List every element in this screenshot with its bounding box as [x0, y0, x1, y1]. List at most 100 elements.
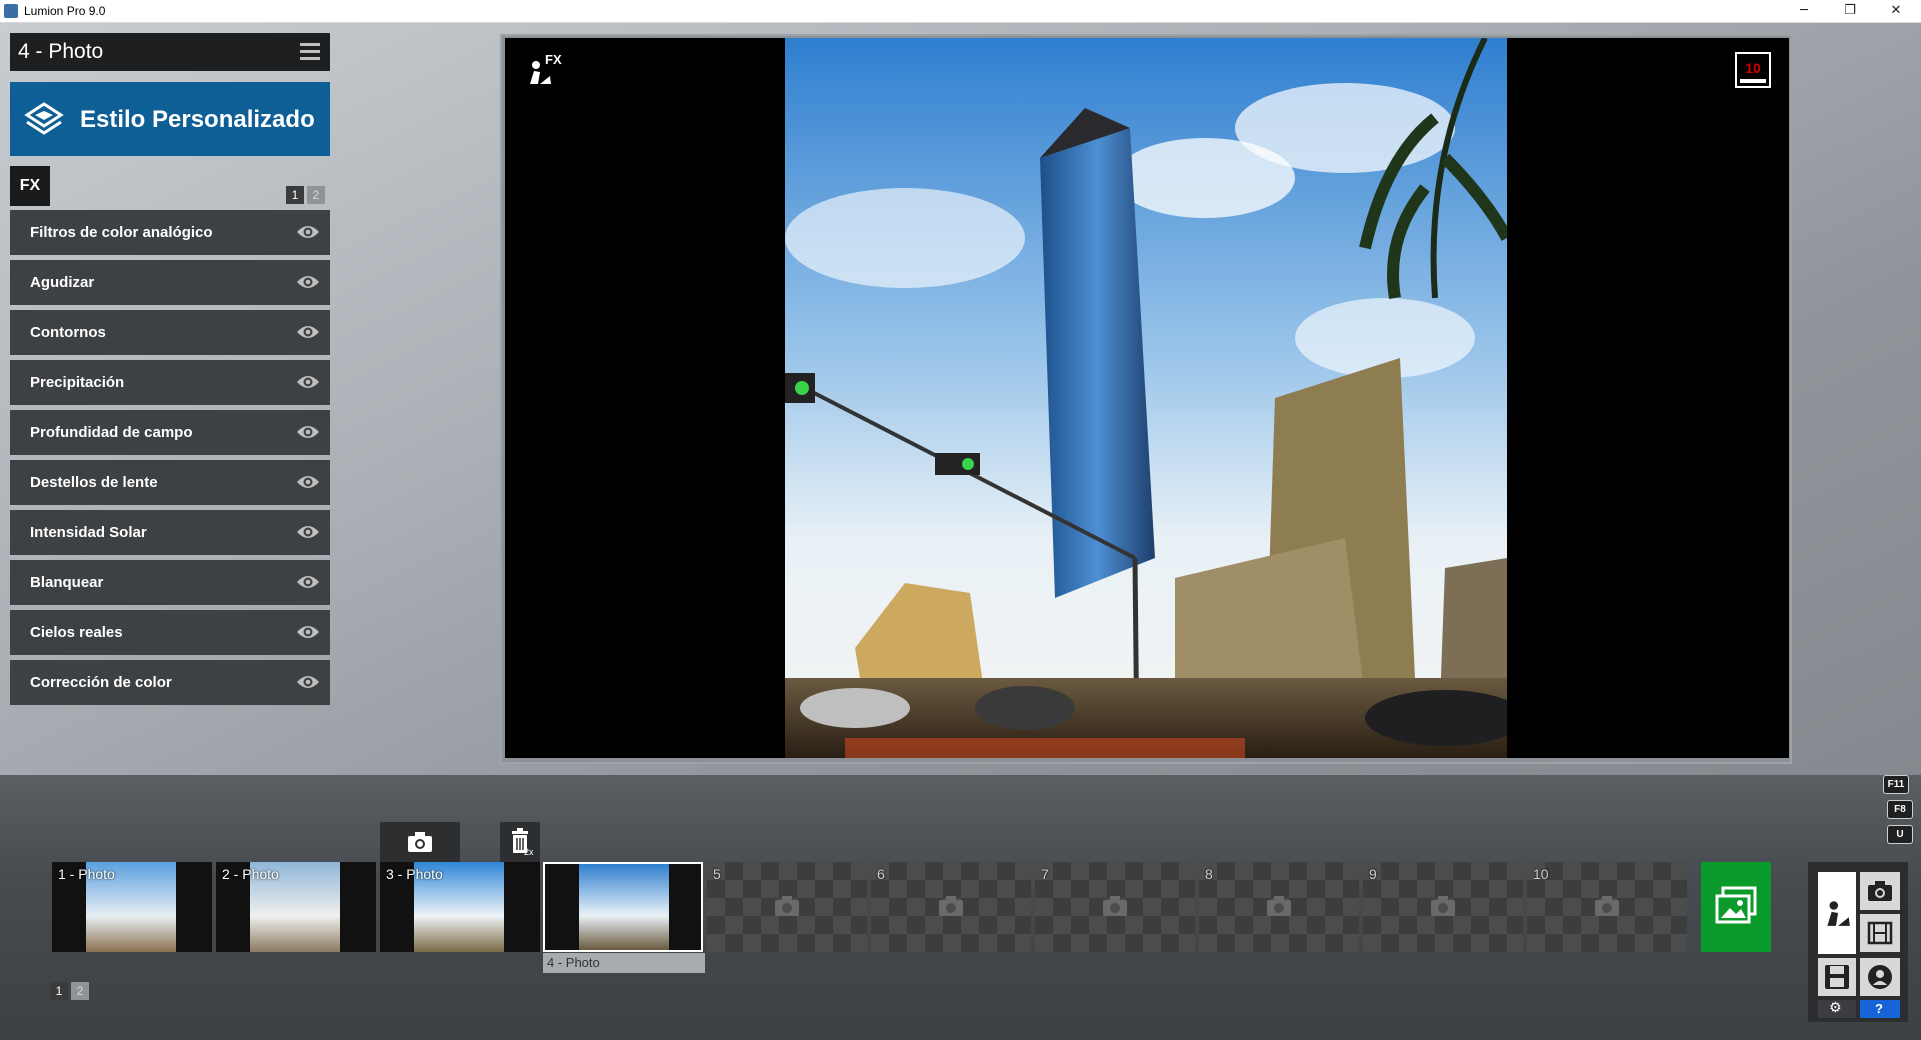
- fx-tab[interactable]: FX: [10, 166, 50, 206]
- custom-style-button[interactable]: Estilo Personalizado: [10, 82, 330, 156]
- window-title: Lumion Pro 9.0: [24, 4, 106, 18]
- help-label: ?: [1875, 1001, 1883, 1016]
- empty-photo-slot[interactable]: 8: [1199, 862, 1359, 952]
- panorama-person-icon: [1868, 965, 1892, 989]
- capture-photo-button[interactable]: [380, 822, 460, 862]
- photo-title: 4 - Photo: [18, 40, 104, 63]
- photo-slot[interactable]: 2 - Photo: [216, 862, 376, 952]
- effect-item[interactable]: Contornos: [10, 310, 330, 355]
- photo-viewport[interactable]: FX 10: [505, 38, 1789, 758]
- eye-icon[interactable]: [296, 573, 320, 591]
- effect-item[interactable]: Destellos de lente: [10, 460, 330, 505]
- effect-item[interactable]: Precipitación: [10, 360, 330, 405]
- eye-icon[interactable]: [296, 273, 320, 291]
- photo-slot-selected[interactable]: [543, 862, 703, 952]
- slot-number: 7: [1041, 866, 1049, 882]
- effect-label: Destellos de lente: [30, 474, 158, 491]
- viewport-fx-indicator[interactable]: FX: [525, 52, 562, 89]
- empty-photo-slot[interactable]: 5: [707, 862, 867, 952]
- film-icon: [1867, 921, 1893, 945]
- camera-icon: [775, 896, 799, 916]
- menu-icon[interactable]: [300, 43, 320, 61]
- effect-label: Agudizar: [30, 274, 95, 291]
- save-file-button[interactable]: [1818, 958, 1856, 996]
- render-image: [785, 38, 1507, 758]
- filmstrip-page-2[interactable]: 2: [71, 982, 89, 1000]
- empty-photo-slot[interactable]: 7: [1035, 862, 1195, 952]
- build-mode-button[interactable]: [1818, 872, 1856, 954]
- eye-icon[interactable]: [296, 623, 320, 641]
- render-counter-badge[interactable]: 10: [1735, 52, 1771, 88]
- effect-label: Precipitación: [30, 374, 125, 391]
- empty-photo-slot[interactable]: 10: [1527, 862, 1687, 952]
- settings-button[interactable]: ⚙: [1818, 1000, 1856, 1018]
- camera-icon: [1267, 896, 1291, 916]
- close-button[interactable]: ✕: [1873, 0, 1919, 22]
- camera-icon: [408, 832, 432, 852]
- eye-icon[interactable]: [296, 223, 320, 241]
- render-preview: [785, 38, 1507, 758]
- empty-photo-slot[interactable]: 6: [871, 862, 1031, 952]
- slot-number: 5: [713, 866, 721, 882]
- layers-icon: [24, 102, 64, 135]
- images-icon: [1715, 886, 1757, 924]
- fx-page-1[interactable]: 1: [286, 186, 304, 204]
- effect-item[interactable]: Corrección de color: [10, 660, 330, 705]
- slot-thumbnail: [579, 864, 669, 950]
- custom-style-label: Estilo Personalizado: [80, 106, 315, 133]
- construction-worker-icon: [1827, 901, 1850, 926]
- effect-label: Intensidad Solar: [30, 524, 147, 541]
- effects-list: Filtros de color analógico Agudizar Cont…: [10, 210, 330, 710]
- fx-page-2[interactable]: 2: [307, 186, 325, 204]
- empty-photo-slot[interactable]: 9: [1363, 862, 1523, 952]
- camera-icon: [1103, 896, 1127, 916]
- eye-icon[interactable]: [296, 423, 320, 441]
- gear-icon: ⚙: [1829, 1000, 1842, 1016]
- eye-icon[interactable]: [296, 673, 320, 691]
- fx-pager: 1 2: [286, 186, 325, 204]
- photo-slot[interactable]: 1 - Photo: [52, 862, 212, 952]
- render-photos-button[interactable]: [1701, 862, 1771, 952]
- filmstrip-page-1[interactable]: 1: [50, 982, 68, 1000]
- filmstrip-pager: 1 2: [50, 982, 89, 1000]
- effect-item[interactable]: Blanquear: [10, 560, 330, 605]
- u-key-button[interactable]: U: [1887, 825, 1913, 844]
- eye-icon[interactable]: [296, 523, 320, 541]
- eye-icon[interactable]: [296, 473, 320, 491]
- panorama-mode-button[interactable]: [1860, 958, 1900, 996]
- effect-label: Cielos reales: [30, 624, 123, 641]
- f11-key-button[interactable]: F11: [1883, 775, 1909, 794]
- movie-mode-button[interactable]: [1860, 914, 1900, 952]
- title-bar: Lumion Pro 9.0 ─ ❐ ✕: [0, 0, 1921, 23]
- mode-selector-panel: ⚙ ?: [1808, 862, 1908, 1022]
- f8-key-button[interactable]: F8: [1887, 800, 1913, 819]
- slot-label: 3 - Photo: [386, 866, 443, 882]
- selected-photo-caption: 4 - Photo: [543, 953, 705, 973]
- slot-label: 2 - Photo: [222, 866, 279, 882]
- effect-item[interactable]: Cielos reales: [10, 610, 330, 655]
- camera-icon: [1595, 896, 1619, 916]
- camera-icon: [1868, 881, 1892, 901]
- effect-item[interactable]: Profundidad de campo: [10, 410, 330, 455]
- effect-label: Filtros de color analógico: [30, 224, 213, 241]
- floppy-disk-icon: [1825, 965, 1849, 989]
- photo-slot[interactable]: 3 - Photo: [380, 862, 540, 952]
- eye-icon[interactable]: [296, 323, 320, 341]
- help-button[interactable]: ?: [1860, 1000, 1900, 1018]
- effect-item[interactable]: Filtros de color analógico: [10, 210, 330, 255]
- photo-mode-button[interactable]: [1860, 872, 1900, 910]
- eye-icon[interactable]: [296, 373, 320, 391]
- effect-item[interactable]: Agudizar: [10, 260, 330, 305]
- slot-number: 8: [1205, 866, 1213, 882]
- minimize-button[interactable]: ─: [1781, 0, 1827, 22]
- delete-photo-button[interactable]: 2x: [500, 822, 540, 862]
- delete-badge: 2x: [524, 847, 534, 857]
- photo-title-bar: 4 - Photo: [10, 33, 330, 71]
- viewport-fx-label: FX: [545, 52, 562, 67]
- slot-number: 9: [1369, 866, 1377, 882]
- maximize-button[interactable]: ❐: [1827, 0, 1873, 22]
- effect-label: Contornos: [30, 324, 106, 341]
- camera-icon: [1431, 896, 1455, 916]
- slot-number: 10: [1533, 866, 1549, 882]
- effect-item[interactable]: Intensidad Solar: [10, 510, 330, 555]
